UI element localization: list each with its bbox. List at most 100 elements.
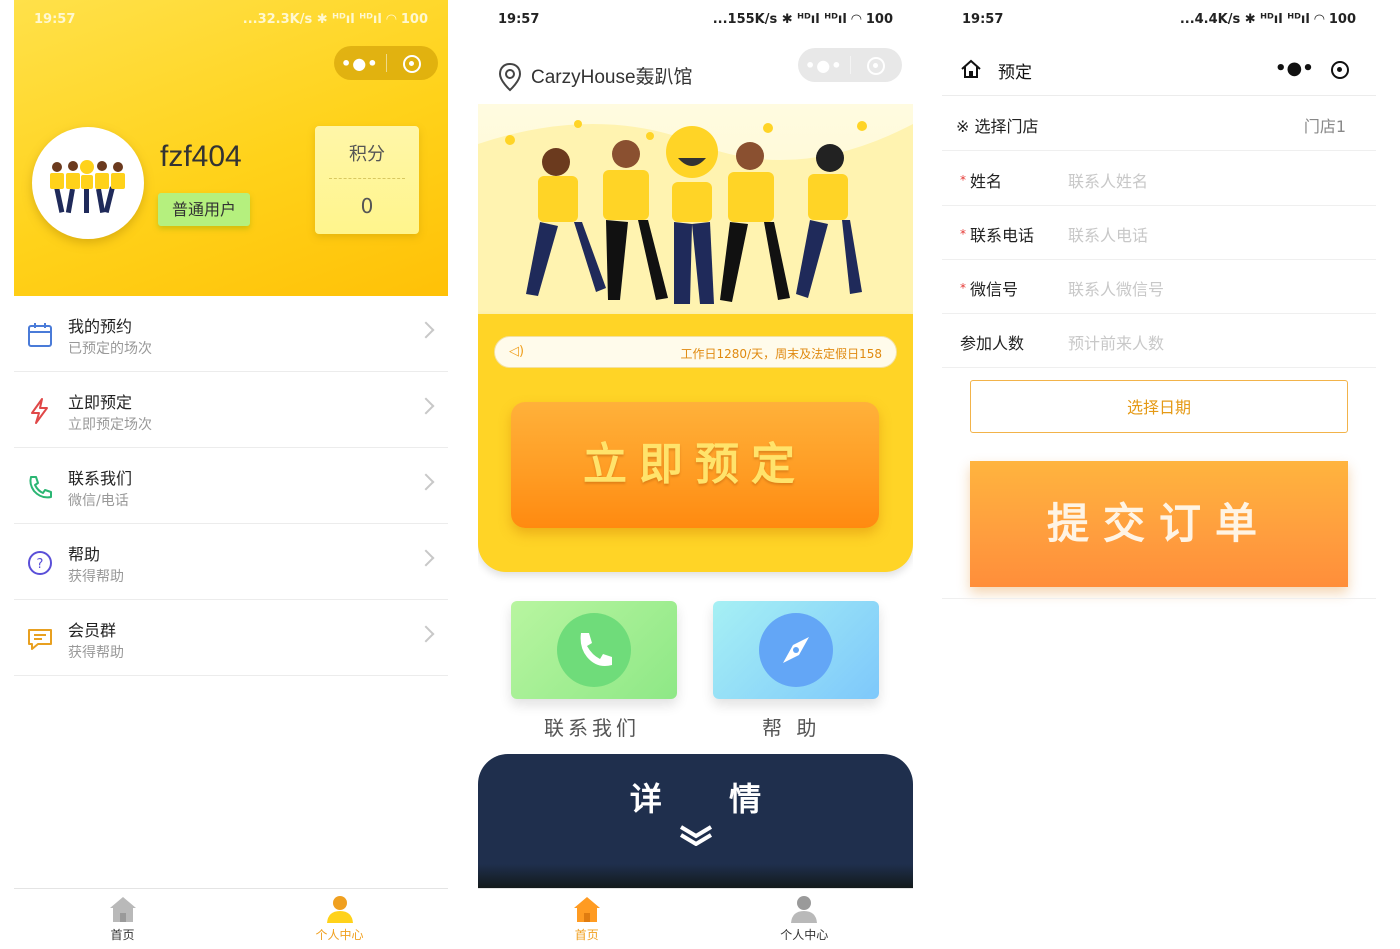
menu-title: 帮助 — [68, 545, 101, 564]
close-target-icon[interactable] — [1331, 59, 1349, 79]
chevron-right-icon — [417, 321, 435, 339]
contact-us-label: 联系我们 — [544, 716, 640, 740]
tab-home-label: 首页 — [574, 928, 599, 942]
tab-home-label: 首页 — [110, 928, 135, 942]
more-icon[interactable]: •●• — [1275, 58, 1314, 79]
details-section[interactable]: 详 情 — [478, 754, 913, 894]
phone-field-row: * 联系电话 联系人电话 — [942, 206, 1376, 260]
home-icon[interactable] — [960, 58, 982, 80]
wechat-field-row: * 微信号 联系人微信号 — [942, 260, 1376, 314]
status-bar: 19:57 ...4.4K/s ✱ ᴴᴰıl ᴴᴰıl ◠ 100 — [942, 0, 1376, 38]
status-icons: ...32.3K/s ✱ ᴴᴰıl ᴴᴰıl ◠ 100 — [242, 12, 428, 27]
menu-item-member-group[interactable]: 会员群 获得帮助 — [14, 600, 448, 676]
tab-profile-label: 个人中心 — [780, 928, 829, 942]
phone-icon — [29, 476, 52, 499]
user-icon — [791, 896, 818, 923]
tab-profile[interactable]: 个人中心 — [231, 889, 448, 949]
tab-profile-label: 个人中心 — [315, 928, 364, 942]
tab-profile[interactable]: 个人中心 — [696, 889, 914, 949]
menu-item-book-now[interactable]: 立即预定 立即预定场次 — [14, 372, 448, 448]
phone-icon — [557, 613, 631, 687]
help-label: 帮 助 — [762, 716, 821, 740]
menu-item-contact-us[interactable]: 联系我们 微信/电话 — [14, 448, 448, 524]
nav-bar: 预定 •●• — [942, 46, 1376, 96]
svg-text:?: ? — [37, 557, 44, 572]
headcount-input[interactable]: 预计前来人数 — [1068, 330, 1164, 354]
speaker-icon: ◁) — [509, 344, 525, 359]
close-target-icon[interactable] — [387, 53, 439, 73]
more-icon[interactable]: •●• — [334, 54, 386, 73]
name-input[interactable]: 联系人姓名 — [1068, 168, 1148, 192]
status-time: 19:57 — [498, 12, 540, 27]
book-now-button[interactable]: 立即预定 — [511, 402, 879, 528]
avatar[interactable] — [32, 127, 144, 239]
points-card[interactable]: 积分 0 — [315, 126, 419, 234]
role-badge: 普通用户 — [158, 193, 250, 226]
name-field-row: * 姓名 联系人姓名 — [942, 152, 1376, 206]
home-icon — [109, 897, 136, 922]
status-time: 19:57 — [34, 12, 76, 27]
chevron-down-icon — [679, 825, 712, 846]
profile-screen: 19:57 ...32.3K/s ✱ ᴴᴰıl ᴴᴰıl ◠ 100 •●• f… — [14, 0, 448, 949]
store-value: 门店1 — [1303, 117, 1346, 136]
profile-menu: 我的预约 已预定的场次 立即预定 立即预定场次 联系我们 微信/电话 ? 帮助 … — [14, 296, 448, 676]
menu-title: 会员群 — [68, 621, 117, 640]
name-label: * 姓名 — [960, 172, 1003, 191]
chevron-right-icon — [417, 549, 435, 567]
party-banner-illustration — [478, 104, 913, 314]
page-title: 预定 — [998, 63, 1032, 83]
store-label: ※ 选择门店 — [956, 117, 1039, 136]
calendar-icon — [28, 323, 52, 347]
booking-screen: 19:57 ...4.4K/s ✱ ᴴᴰıl ᴴᴰıl ◠ 100 预定 •●•… — [942, 0, 1376, 949]
details-title: 详 情 — [629, 780, 790, 818]
status-icons: ...155K/s ✱ ᴴᴰıl ᴴᴰıl ◠ 100 — [712, 12, 893, 27]
compass-icon — [759, 613, 833, 687]
status-time: 19:57 — [962, 12, 1004, 27]
menu-title: 联系我们 — [68, 469, 133, 488]
mini-program-capsule[interactable]: •●• — [798, 48, 902, 82]
chevron-right-icon — [417, 625, 435, 643]
profile-header: 19:57 ...32.3K/s ✱ ᴴᴰıl ᴴᴰıl ◠ 100 •●• f… — [14, 0, 448, 296]
menu-subtitle: 获得帮助 — [68, 645, 124, 661]
points-divider — [329, 178, 405, 179]
tab-bar: 首页 个人中心 — [14, 888, 448, 949]
tab-home[interactable]: 首页 — [478, 889, 696, 949]
price-notice: ◁) 工作日1280/天，周末及法定假日158 — [494, 336, 897, 368]
menu-item-help[interactable]: ? 帮助 获得帮助 — [14, 524, 448, 600]
menu-subtitle: 已预定的场次 — [68, 341, 152, 357]
submit-order-button[interactable]: 提交订单 — [970, 461, 1348, 587]
status-bar: 19:57 ...32.3K/s ✱ ᴴᴰıl ᴴᴰıl ◠ 100 — [14, 0, 448, 38]
mini-program-capsule[interactable]: •●• — [334, 46, 438, 80]
help-tile[interactable] — [713, 601, 879, 699]
tab-bar: 首页 个人中心 — [478, 888, 913, 949]
close-target-icon[interactable] — [851, 55, 903, 75]
menu-subtitle: 微信/电话 — [68, 493, 129, 509]
points-label: 积分 — [349, 144, 385, 165]
menu-subtitle: 获得帮助 — [68, 569, 124, 585]
wechat-input[interactable]: 联系人微信号 — [1068, 276, 1164, 300]
headcount-field-row: 参加人数 预计前来人数 — [942, 314, 1376, 368]
status-bar: 19:57 ...155K/s ✱ ᴴᴰıl ᴴᴰıl ◠ 100 — [478, 0, 913, 38]
headcount-label: 参加人数 — [960, 334, 1025, 353]
menu-item-my-bookings[interactable]: 我的预约 已预定的场次 — [14, 296, 448, 372]
phone-input[interactable]: 联系人电话 — [1068, 222, 1148, 246]
notice-text: 工作日1280/天，周末及法定假日158 — [680, 347, 883, 361]
select-date-button[interactable]: 选择日期 — [970, 380, 1348, 433]
chevron-right-icon — [417, 473, 435, 491]
tab-home[interactable]: 首页 — [14, 889, 231, 949]
menu-subtitle: 立即预定场次 — [68, 417, 152, 433]
divider — [942, 598, 1376, 599]
status-icons: ...4.4K/s ✱ ᴴᴰıl ᴴᴰıl ◠ 100 — [1179, 12, 1356, 27]
user-icon — [326, 896, 353, 923]
home-screen: 19:57 ...155K/s ✱ ᴴᴰıl ᴴᴰıl ◠ 100 CarzyH… — [478, 0, 913, 949]
contact-us-tile[interactable] — [511, 601, 677, 699]
username: fzf404 — [160, 140, 242, 173]
chat-icon — [28, 629, 52, 650]
store-selector[interactable]: ※ 选择门店 门店1 — [942, 97, 1376, 151]
more-icon[interactable]: •●• — [798, 56, 850, 75]
menu-title: 我的预约 — [68, 317, 133, 336]
phone-label: * 联系电话 — [960, 226, 1035, 245]
wechat-label: * 微信号 — [960, 280, 1019, 299]
location-pin-icon — [498, 62, 522, 92]
lightning-icon — [31, 398, 48, 424]
